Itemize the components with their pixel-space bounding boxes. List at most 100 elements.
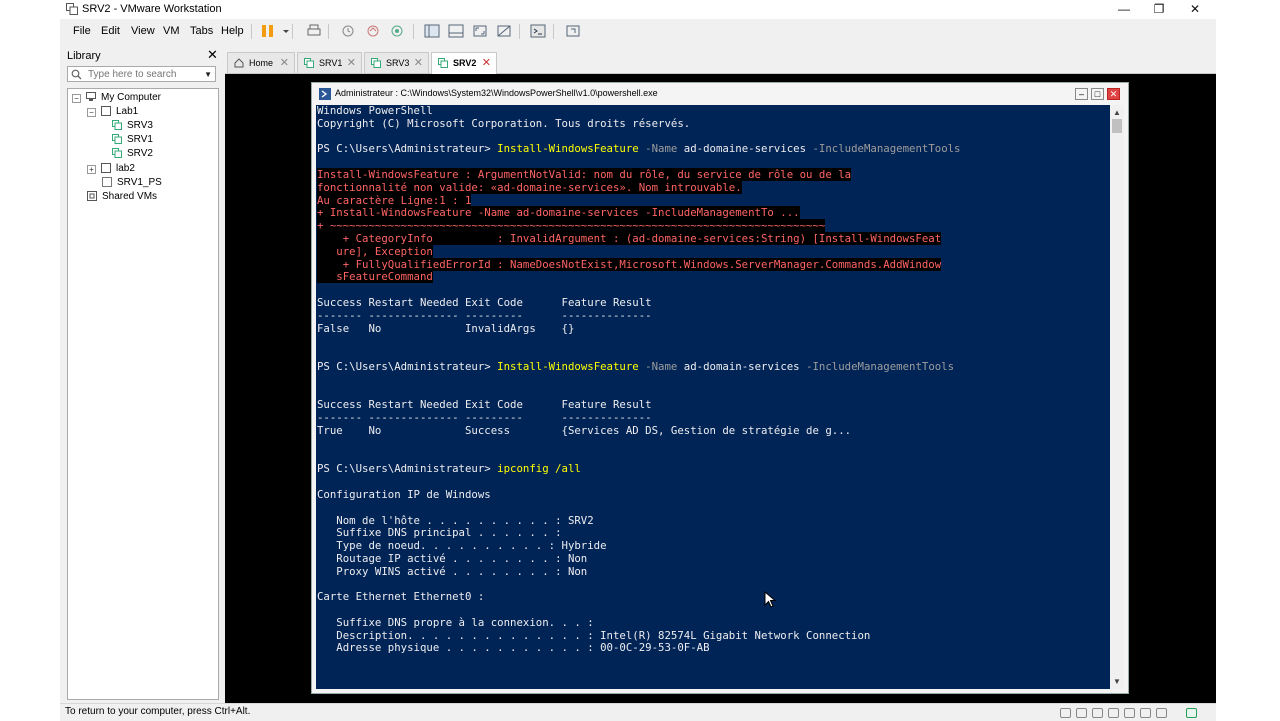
- toolbar-separator: [328, 24, 329, 39]
- error-line: + CategoryInfo : InvalidArgument : (ad-d…: [317, 231, 942, 245]
- tab-close-icon[interactable]: ✕: [347, 56, 356, 69]
- tab-srv2[interactable]: SRV2 ✕: [431, 52, 497, 74]
- toolbar-separator: [519, 24, 520, 39]
- console-line: Windows PowerShell: [317, 105, 433, 117]
- menu-toolbar-bar: File Edit View VM Tabs Help: [60, 19, 1216, 44]
- menu-vm[interactable]: VM: [163, 25, 180, 37]
- pause-icon[interactable]: [260, 24, 276, 38]
- result-rule: ------- -------------- --------- -------…: [317, 411, 652, 425]
- console-view-icon[interactable]: [530, 24, 546, 38]
- library-header: Library: [67, 50, 101, 62]
- minimize-button[interactable]: —: [1106, 0, 1142, 19]
- scroll-down-icon[interactable]: ▼: [1113, 677, 1121, 686]
- powershell-console[interactable]: Windows PowerShell Copyright (C) Microso…: [316, 105, 1110, 689]
- library-close-icon[interactable]: ✕: [207, 47, 218, 63]
- vm-icon: [371, 58, 381, 68]
- restore-button[interactable]: ❐: [1141, 0, 1177, 19]
- vm-icon: [112, 148, 122, 158]
- status-text: To return to your computer, press Ctrl+A…: [65, 706, 251, 717]
- menu-edit[interactable]: Edit: [101, 25, 120, 37]
- error-line: + Install-WindowsFeature -Name ad-domain…: [317, 206, 800, 220]
- ipconfig-line: Description. . . . . . . . . . . . . . :…: [317, 628, 871, 642]
- usb-icon[interactable]: [1108, 708, 1119, 718]
- prompt: PS C:\Users\Administrateur>: [317, 142, 491, 156]
- scroll-up-icon[interactable]: ▲: [1113, 108, 1121, 117]
- result-row: False No InvalidArgs {}: [317, 321, 575, 335]
- tab-close-icon[interactable]: ✕: [414, 56, 423, 69]
- tab-home[interactable]: Home ✕: [227, 52, 295, 73]
- snapshot-manager-icon[interactable]: [389, 24, 405, 38]
- tab-close-icon[interactable]: ✕: [280, 56, 289, 69]
- vmware-window: SRV2 - VMware Workstation — ❐ ✕ File Edi…: [60, 0, 1216, 721]
- unity-icon[interactable]: [496, 24, 512, 38]
- menu-view[interactable]: View: [131, 25, 155, 37]
- collapse-icon[interactable]: −: [87, 108, 96, 117]
- stretch-guest-icon[interactable]: [565, 24, 581, 38]
- error-line: + ~~~~~~~~~~~~~~~~~~~~~~~~~~~~~~~~~~~~~~…: [317, 219, 826, 233]
- menu-tabs[interactable]: Tabs: [190, 25, 213, 37]
- thumbnail-bar-icon[interactable]: [448, 24, 464, 38]
- sound-card-icon[interactable]: [1124, 708, 1135, 718]
- window-title: SRV2 - VMware Workstation: [82, 3, 222, 15]
- power-dropdown-icon[interactable]: [278, 24, 289, 38]
- command-value: ad-domain-services: [683, 359, 800, 373]
- status-bar: To return to your computer, press Ctrl+A…: [60, 703, 1216, 721]
- mouse-cursor-icon: [764, 591, 777, 608]
- revert-snapshot-icon[interactable]: [365, 24, 381, 38]
- display-icon[interactable]: [1156, 708, 1167, 718]
- collapse-icon[interactable]: −: [72, 94, 81, 103]
- vm-icon: [304, 58, 314, 68]
- result-row: True No Success {Services AD DS, Gestion…: [317, 423, 852, 437]
- ipconfig-line: Suffixe DNS propre à la connexion. . . :: [317, 615, 594, 629]
- command-param: -Name: [645, 142, 678, 156]
- vm-display[interactable]: Administrateur : C:\Windows\System32\Win…: [225, 74, 1216, 703]
- scroll-thumb[interactable]: [1112, 119, 1122, 133]
- vm-icon: [112, 134, 122, 144]
- tab-close-icon[interactable]: ✕: [482, 56, 491, 69]
- ps-close-button[interactable]: ✕: [1107, 88, 1120, 100]
- ps-minimize-button[interactable]: –: [1075, 88, 1088, 100]
- computer-icon: [86, 92, 96, 101]
- tab-srv1[interactable]: SRV1 ✕: [297, 52, 362, 73]
- chevron-down-icon[interactable]: ▼: [204, 70, 212, 79]
- printer-icon[interactable]: [1140, 708, 1151, 718]
- full-screen-icon[interactable]: [472, 24, 488, 38]
- command-value: ad-domaine-services: [683, 142, 807, 156]
- cd-dvd-icon[interactable]: [1076, 708, 1087, 718]
- vm-icon: [112, 120, 122, 130]
- ipconfig-line: Suffixe DNS principal . . . . . . :: [317, 526, 562, 540]
- folder-icon: [101, 106, 111, 116]
- menu-file[interactable]: File: [73, 25, 91, 37]
- menu-help[interactable]: Help: [221, 25, 244, 37]
- powershell-icon: [319, 88, 331, 100]
- close-window-button[interactable]: ✕: [1177, 0, 1213, 19]
- snapshot-icon[interactable]: [340, 24, 356, 38]
- console-scrollbar[interactable]: ▲ ▼: [1110, 105, 1124, 689]
- toolbar-separator: [553, 24, 554, 39]
- expand-icon[interactable]: +: [87, 165, 96, 174]
- prompt: PS C:\Users\Administrateur>: [317, 359, 491, 373]
- ipconfig-line: Routage IP activé . . . . . . . . : Non: [317, 551, 588, 565]
- command-switch: -IncludeManagementTools: [806, 359, 955, 373]
- result-rule: ------- -------------- --------- -------…: [317, 308, 652, 322]
- library-search: ▼: [67, 66, 216, 82]
- result-header: Success Restart Needed Exit Code Feature…: [317, 398, 652, 412]
- error-line: + FullyQualifiedErrorId : NameDoesNotExi…: [317, 257, 942, 271]
- show-library-icon[interactable]: [424, 24, 440, 38]
- message-log-icon[interactable]: [1186, 708, 1197, 718]
- error-line: Install-WindowsFeature : ArgumentNotVali…: [317, 167, 852, 181]
- powershell-window[interactable]: Administrateur : C:\Windows\System32\Win…: [311, 82, 1129, 694]
- error-line: sFeatureCommand: [317, 270, 433, 284]
- network-adapter-icon[interactable]: [1092, 708, 1103, 718]
- vm-tabs: Home ✕ SRV1 ✕ SRV3 ✕ SRV2 ✕: [225, 50, 1216, 74]
- hard-disk-icon[interactable]: [1060, 708, 1071, 718]
- ipconfig-line: Nom de l'hôte . . . . . . . . . . : SRV2: [317, 513, 594, 527]
- prompt: PS C:\Users\Administrateur>: [317, 462, 491, 476]
- tab-srv3[interactable]: SRV3 ✕: [364, 52, 429, 73]
- vm-icon: [102, 177, 112, 187]
- console-line: Copyright (C) Microsoft Corporation. Tou…: [317, 116, 691, 130]
- library-search-input[interactable]: [88, 67, 200, 81]
- powershell-title: Administrateur : C:\Windows\System32\Win…: [335, 88, 658, 98]
- ps-maximize-button[interactable]: □: [1091, 88, 1104, 100]
- send-ctrl-alt-del-icon[interactable]: [306, 24, 322, 38]
